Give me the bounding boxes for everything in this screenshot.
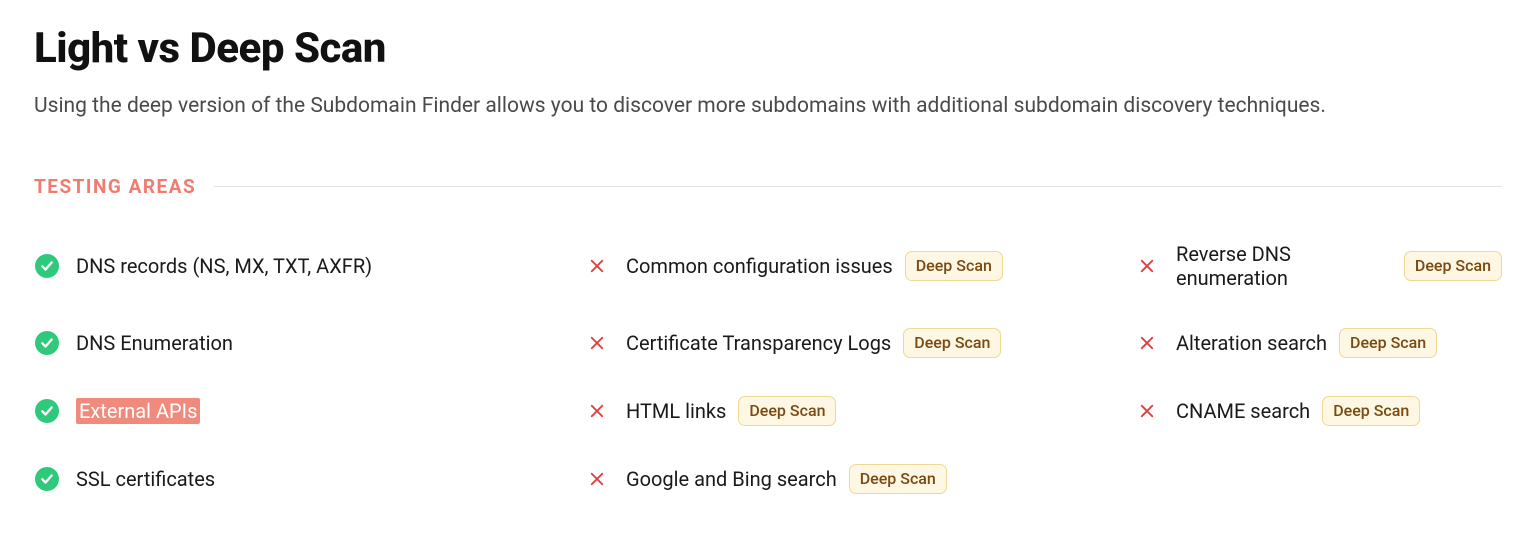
area-label: Reverse DNS enumeration xyxy=(1176,242,1392,290)
area-item-ct-logs: Certificate Transparency Logs Deep Scan xyxy=(584,328,1134,358)
area-label: HTML links xyxy=(626,399,726,423)
area-item-dns-enumeration: DNS Enumeration xyxy=(34,330,584,356)
page-title: Light vs Deep Scan xyxy=(34,24,1502,73)
deep-scan-badge: Deep Scan xyxy=(738,396,836,426)
check-icon xyxy=(34,466,60,492)
section-rule xyxy=(214,186,1502,187)
x-icon xyxy=(584,330,610,356)
area-label: Alteration search xyxy=(1176,331,1327,355)
area-item-ssl-certificates: SSL certificates xyxy=(34,466,584,492)
area-label: Certificate Transparency Logs xyxy=(626,331,891,355)
deep-scan-badge: Deep Scan xyxy=(905,251,1003,281)
x-icon xyxy=(584,466,610,492)
area-label: Common configuration issues xyxy=(626,254,893,278)
area-label: DNS Enumeration xyxy=(76,331,233,355)
area-item-alteration-search: Alteration search Deep Scan xyxy=(1134,328,1502,358)
area-item-dns-records: DNS records (NS, MX, TXT, AXFR) xyxy=(34,253,584,279)
page-subtitle: Using the deep version of the Subdomain … xyxy=(34,91,1502,123)
deep-scan-badge: Deep Scan xyxy=(1322,396,1420,426)
area-label: SSL certificates xyxy=(76,467,215,491)
area-item-common-config-issues: Common configuration issues Deep Scan xyxy=(584,251,1134,281)
testing-areas-grid: DNS records (NS, MX, TXT, AXFR) DNS Enum… xyxy=(34,242,1502,494)
area-item-google-bing-search: Google and Bing search Deep Scan xyxy=(584,464,1134,494)
check-icon xyxy=(34,253,60,279)
area-label: CNAME search xyxy=(1176,399,1310,423)
area-item-cname-search: CNAME search Deep Scan xyxy=(1134,396,1502,426)
deep-scan-badge: Deep Scan xyxy=(903,328,1001,358)
x-icon xyxy=(1134,253,1160,279)
section-label: TESTING AREAS xyxy=(34,175,196,198)
x-icon xyxy=(1134,398,1160,424)
check-icon xyxy=(34,330,60,356)
area-item-html-links: HTML links Deep Scan xyxy=(584,396,1134,426)
x-icon xyxy=(1134,330,1160,356)
area-label-highlighted: External APIs xyxy=(76,398,200,424)
deep-scan-badge: Deep Scan xyxy=(849,464,947,494)
check-icon xyxy=(34,398,60,424)
area-label: DNS records (NS, MX, TXT, AXFR) xyxy=(76,254,372,278)
x-icon xyxy=(584,398,610,424)
area-item-external-apis: External APIs xyxy=(34,398,584,424)
deep-scan-badge: Deep Scan xyxy=(1404,251,1502,281)
section-header: TESTING AREAS xyxy=(34,175,1502,198)
x-icon xyxy=(584,253,610,279)
area-item-reverse-dns: Reverse DNS enumeration Deep Scan xyxy=(1134,242,1502,290)
area-label: Google and Bing search xyxy=(626,467,837,491)
deep-scan-badge: Deep Scan xyxy=(1339,328,1437,358)
